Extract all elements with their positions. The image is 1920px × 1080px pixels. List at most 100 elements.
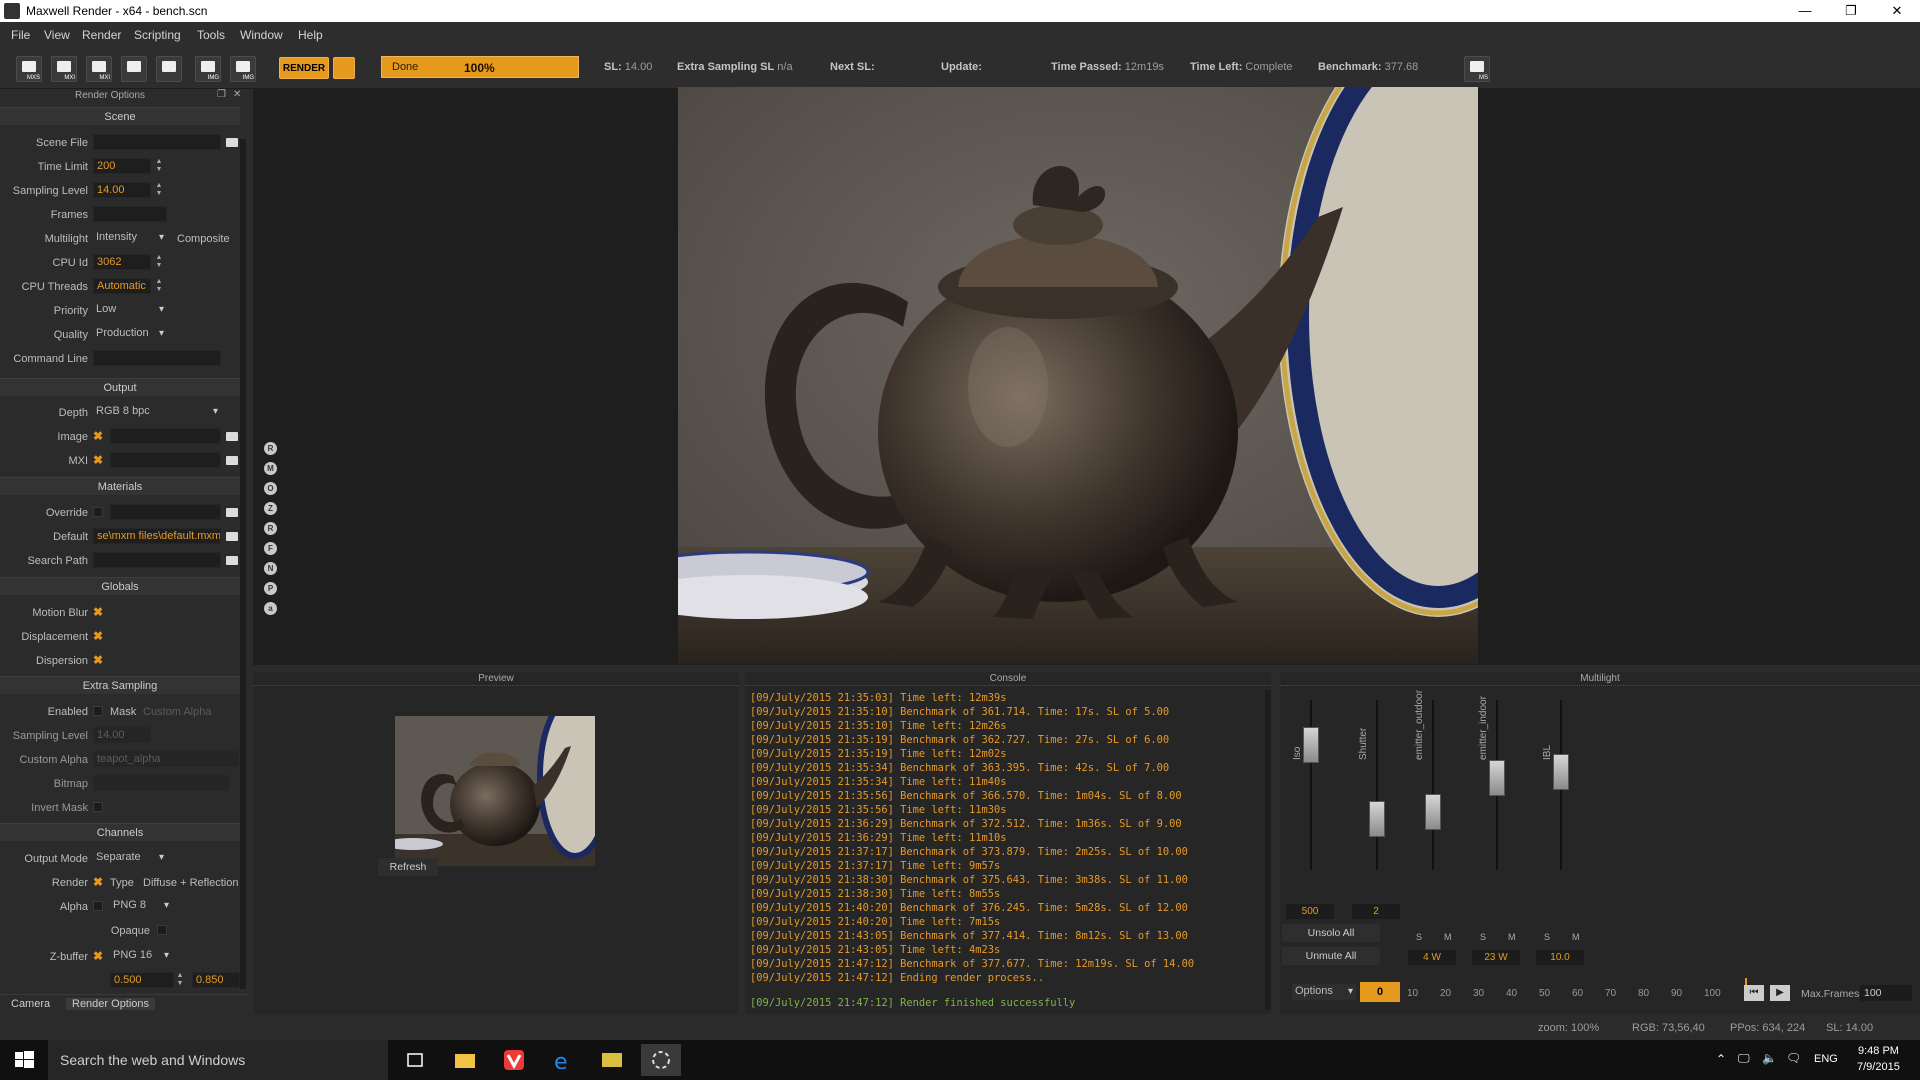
folder-icon[interactable] — [226, 456, 238, 465]
composite-option[interactable]: Composite — [177, 233, 230, 245]
multilight-value[interactable]: 23 W — [1472, 950, 1520, 965]
command-line-field[interactable] — [93, 350, 221, 366]
folder-icon[interactable] — [226, 138, 238, 147]
mute-toggle[interactable]: M — [1444, 932, 1452, 942]
open-mxi-icon[interactable]: MXI — [51, 56, 77, 82]
slider-track[interactable] — [1376, 700, 1378, 870]
scene-file-field[interactable] — [93, 134, 221, 150]
menu-render[interactable]: Render — [82, 28, 121, 42]
render-image[interactable] — [678, 87, 1478, 664]
sampling-level-spinner[interactable]: ▲ ▼ — [155, 182, 163, 198]
search-path-field[interactable] — [93, 552, 221, 568]
folder-icon[interactable] — [226, 508, 238, 517]
image-path-field[interactable] — [110, 428, 221, 444]
cpu-threads-field[interactable]: Automatic — [93, 278, 151, 294]
open-mxs-icon[interactable]: MXS — [16, 56, 42, 82]
viewport-tool-a-icon[interactable]: a — [264, 602, 277, 615]
menu-tools[interactable]: Tools — [197, 28, 225, 42]
time-limit-field[interactable]: 200 — [93, 158, 151, 174]
cpu-id-spinner[interactable]: ▲ ▼ — [155, 254, 163, 270]
export-image-icon[interactable]: IMG — [230, 56, 256, 82]
refresh-icon[interactable] — [156, 56, 182, 82]
minimize-button[interactable]: — — [1782, 0, 1828, 22]
multilight-value[interactable]: 4 W — [1408, 950, 1456, 965]
zbuffer-checkbox[interactable]: ✖ — [93, 950, 103, 962]
slider-thumb[interactable] — [1553, 753, 1569, 790]
displacement-checkbox[interactable]: ✖ — [93, 630, 103, 642]
notification-icon[interactable]: 🗨 — [1786, 1051, 1801, 1065]
zbuffer-min-spinner[interactable]: ▲ ▼ — [176, 972, 184, 988]
unsolo-all-button[interactable]: Unsolo All — [1282, 924, 1380, 942]
mxi-checkbox[interactable]: ✖ — [93, 454, 103, 466]
folder-icon[interactable] — [226, 532, 238, 541]
dispersion-checkbox[interactable]: ✖ — [93, 654, 103, 666]
max-frames-field[interactable]: 100 — [1860, 985, 1912, 1001]
frames-field[interactable] — [93, 206, 167, 222]
windows-start-icon[interactable] — [0, 1040, 48, 1080]
maximize-button[interactable]: ❐ — [1828, 0, 1874, 22]
zbuffer-format-select[interactable]: PNG 16 — [110, 948, 172, 964]
default-material-field[interactable]: se\mxm files\default.mxm — [93, 528, 221, 544]
edge-icon[interactable]: e — [543, 1044, 583, 1076]
viewport-tool-n-icon[interactable]: N — [264, 562, 277, 575]
mute-toggle[interactable]: M — [1508, 932, 1516, 942]
current-frame-field[interactable]: 0 — [1360, 982, 1400, 1002]
solo-toggle[interactable]: S — [1480, 932, 1486, 942]
folder-icon[interactable] — [226, 432, 238, 441]
opaque-checkbox[interactable] — [157, 925, 167, 935]
solo-toggle[interactable]: S — [1416, 932, 1422, 942]
viewport-tool-z-icon[interactable]: Z — [264, 502, 277, 515]
slider-thumb[interactable] — [1425, 793, 1441, 830]
output-mode-select[interactable]: Separate — [93, 850, 167, 866]
viewport-tool-f-icon[interactable]: F — [264, 542, 277, 555]
viewport-tool-r2-icon[interactable]: R — [264, 522, 277, 535]
bitmap-field[interactable] — [93, 775, 229, 791]
section-channels[interactable]: Channels — [0, 823, 240, 841]
viewport-tool-m-icon[interactable]: M — [264, 462, 277, 475]
refresh-button[interactable]: Refresh — [378, 858, 438, 876]
section-scene[interactable]: Scene — [0, 107, 240, 125]
close-panel-icon[interactable]: ✕ — [233, 89, 241, 100]
multi-server-icon[interactable]: MS — [1464, 56, 1490, 82]
clock-time[interactable]: 9:48 PM — [1858, 1045, 1899, 1057]
menu-window[interactable]: Window — [240, 28, 283, 42]
file-explorer-icon[interactable] — [445, 1044, 485, 1076]
sampling-level-field[interactable]: 14.00 — [93, 182, 151, 198]
console-log[interactable]: [09/July/2015 21:35:03] Time left: 12m39… — [750, 691, 1265, 1001]
render-region-icon[interactable] — [333, 57, 355, 79]
section-extra-sampling[interactable]: Extra Sampling — [0, 676, 240, 694]
rewind-icon[interactable]: ⏮ — [1744, 985, 1764, 1001]
multilight-value[interactable]: 10.0 — [1536, 950, 1584, 965]
slider-thumb[interactable] — [1489, 760, 1505, 797]
language-indicator[interactable]: ENG — [1814, 1053, 1838, 1065]
image-checkbox[interactable]: ✖ — [93, 430, 103, 442]
panel-scrollbar[interactable] — [240, 139, 246, 989]
play-icon[interactable]: ▶ — [1770, 985, 1790, 1001]
folder-icon[interactable] — [226, 556, 238, 565]
studio-icon[interactable] — [592, 1044, 632, 1076]
mute-toggle[interactable]: M — [1572, 932, 1580, 942]
quality-select[interactable]: Production — [93, 326, 167, 342]
options-select[interactable]: Options — [1292, 984, 1356, 1000]
slider-track[interactable] — [1310, 700, 1312, 870]
menu-view[interactable]: View — [44, 28, 70, 42]
es-sampling-level-field[interactable]: 14.00 — [93, 727, 151, 743]
chevron-up-icon[interactable]: ⌃ — [1716, 1052, 1726, 1066]
motion-blur-checkbox[interactable]: ✖ — [93, 606, 103, 618]
mask-select[interactable]: Custom Alpha — [143, 706, 211, 718]
clock-date[interactable]: 7/9/2015 — [1857, 1061, 1900, 1073]
tab-camera[interactable]: Camera — [11, 998, 50, 1010]
viewport-tool-r-icon[interactable]: R — [264, 442, 277, 455]
slider-track[interactable] — [1432, 700, 1434, 870]
invert-mask-checkbox[interactable] — [93, 802, 103, 812]
type-select[interactable]: Diffuse + Reflection — [143, 877, 239, 889]
menu-file[interactable]: File — [11, 28, 30, 42]
override-path-field[interactable] — [110, 504, 221, 520]
render-button[interactable]: RENDER — [279, 57, 329, 79]
console-scrollbar[interactable] — [1265, 690, 1271, 1010]
cpu-threads-spinner[interactable]: ▲ ▼ — [155, 278, 163, 294]
render-channel-checkbox[interactable]: ✖ — [93, 876, 103, 888]
override-checkbox[interactable] — [93, 507, 103, 517]
enabled-checkbox[interactable] — [93, 706, 103, 716]
priority-select[interactable]: Low — [93, 302, 167, 318]
